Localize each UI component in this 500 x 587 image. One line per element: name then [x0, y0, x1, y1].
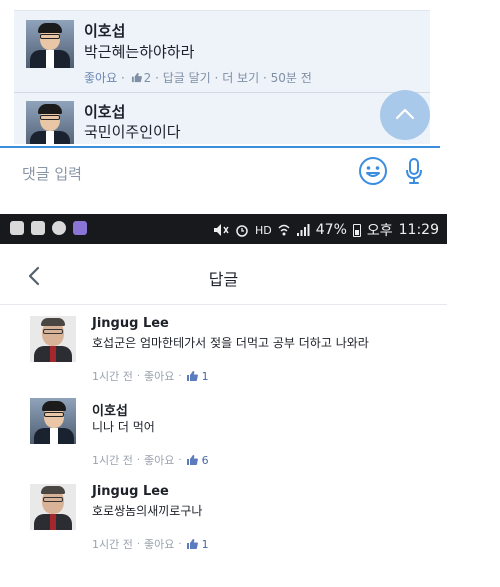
- status-bar: HD 47% 오후 11:29: [0, 214, 447, 244]
- reply-meta: 1시간 전 · 좋아요 · 6: [92, 452, 209, 468]
- clock-period: 오후: [366, 223, 393, 239]
- reply-author[interactable]: Jingug Lee: [92, 484, 169, 499]
- reply-button[interactable]: 답글 달기: [163, 71, 211, 85]
- talk-icon: [52, 221, 66, 235]
- comment-input[interactable]: 댓글 입력: [22, 163, 82, 184]
- reply-item: Jingug Lee 호섭군은 엄마한테가서 젖을 더먹고 공부 더하고 나와라…: [0, 312, 447, 396]
- like-button[interactable]: 좋아요: [84, 71, 117, 85]
- separator: ·: [136, 454, 141, 466]
- comment-text: 박근혜는하야하라: [84, 43, 195, 61]
- reply-item: 이호섭 니나 더 먹어 1시간 전 · 좋아요 · 6: [0, 394, 447, 478]
- more-button[interactable]: 더 보기: [222, 71, 259, 85]
- signal-icon: [296, 224, 310, 236]
- separator: ·: [178, 370, 182, 382]
- reply-item: Jingug Lee 호로쌍놈의새끼로구나 1시간 전 · 좋아요 · 1: [0, 480, 447, 564]
- reply-text: 니나 더 먹어: [92, 420, 155, 434]
- reply-text: 호로쌍놈의새끼로구나: [92, 504, 203, 518]
- reply-author[interactable]: 이호섭: [92, 400, 128, 419]
- input-divider: [0, 146, 440, 148]
- separator: ·: [120, 71, 125, 85]
- comments-panel: 이호섭 박근혜는하야하라 좋아요 · 2 · 답글 달기 · 더 보기 · 50…: [0, 0, 500, 200]
- like-button[interactable]: 좋아요: [144, 536, 174, 552]
- thumbs-up-icon: [186, 539, 198, 549]
- reply-meta: 1시간 전 · 좋아요 · 1: [92, 536, 209, 552]
- page-title: 답글: [208, 270, 239, 289]
- battery-percent: 47%: [315, 222, 347, 238]
- separator: ·: [155, 71, 159, 85]
- scroll-up-button[interactable]: [380, 90, 430, 140]
- alarm-icon: [236, 225, 248, 237]
- reply-text: 호섭군은 엄마한테가서 젖을 더먹고 공부 더하고 나와라: [92, 336, 369, 350]
- avatar[interactable]: [26, 20, 74, 68]
- like-count: 1: [201, 537, 209, 551]
- thumbs-up-icon: [186, 371, 198, 381]
- avatar[interactable]: [30, 484, 76, 530]
- comment-text: 국민이주인이다: [84, 123, 181, 141]
- separator: ·: [178, 454, 182, 466]
- comment-item: 이호섭 국민이주인이다: [14, 92, 430, 144]
- replies-screen: 답글 Jingug Lee 호섭군은 엄마한테가서 젖을 더먹고 공부 더하고 …: [0, 244, 447, 587]
- comment-time: 50분 전: [270, 71, 312, 85]
- separator: ·: [262, 71, 267, 85]
- thumbs-up-icon: [186, 455, 198, 465]
- hd-badge: HD: [255, 223, 272, 237]
- separator: ·: [136, 370, 141, 382]
- separator: ·: [136, 538, 141, 550]
- app-icon: [73, 221, 87, 235]
- comment-author[interactable]: 이호섭: [84, 101, 125, 122]
- chevron-up-icon: [395, 108, 415, 120]
- wifi-icon: [278, 224, 290, 236]
- comment-meta: 좋아요 · 2 · 답글 달기 · 더 보기 · 50분 전: [84, 69, 312, 86]
- like-count: 2: [143, 71, 152, 85]
- comment-item: 이호섭 박근혜는하야하라 좋아요 · 2 · 답글 달기 · 더 보기 · 50…: [14, 10, 430, 96]
- reply-time: 1시간 전: [92, 538, 133, 551]
- thumbs-up-icon: [131, 72, 142, 83]
- notification-icon: [10, 221, 24, 235]
- header-divider: [0, 304, 447, 305]
- like-button[interactable]: 좋아요: [144, 452, 174, 468]
- avatar[interactable]: [30, 398, 76, 444]
- separator: ·: [214, 71, 219, 85]
- mute-icon: [214, 224, 229, 236]
- microphone-icon[interactable]: [404, 156, 424, 186]
- comment-author[interactable]: 이호섭: [84, 20, 125, 41]
- like-count: 6: [201, 453, 209, 467]
- like-button[interactable]: 좋아요: [144, 368, 174, 384]
- separator: ·: [178, 538, 182, 550]
- like-count: 1: [201, 369, 209, 383]
- reply-time: 1시간 전: [92, 454, 133, 467]
- emoji-icon[interactable]: [358, 156, 388, 186]
- avatar[interactable]: [26, 101, 74, 144]
- battery-icon: [352, 223, 361, 237]
- reply-time: 1시간 전: [92, 370, 133, 383]
- clock: 11:29: [398, 222, 439, 238]
- reply-meta: 1시간 전 · 좋아요 · 1: [92, 368, 209, 384]
- facebook-icon: [31, 221, 45, 235]
- avatar[interactable]: [30, 316, 76, 362]
- reply-author[interactable]: Jingug Lee: [92, 316, 169, 331]
